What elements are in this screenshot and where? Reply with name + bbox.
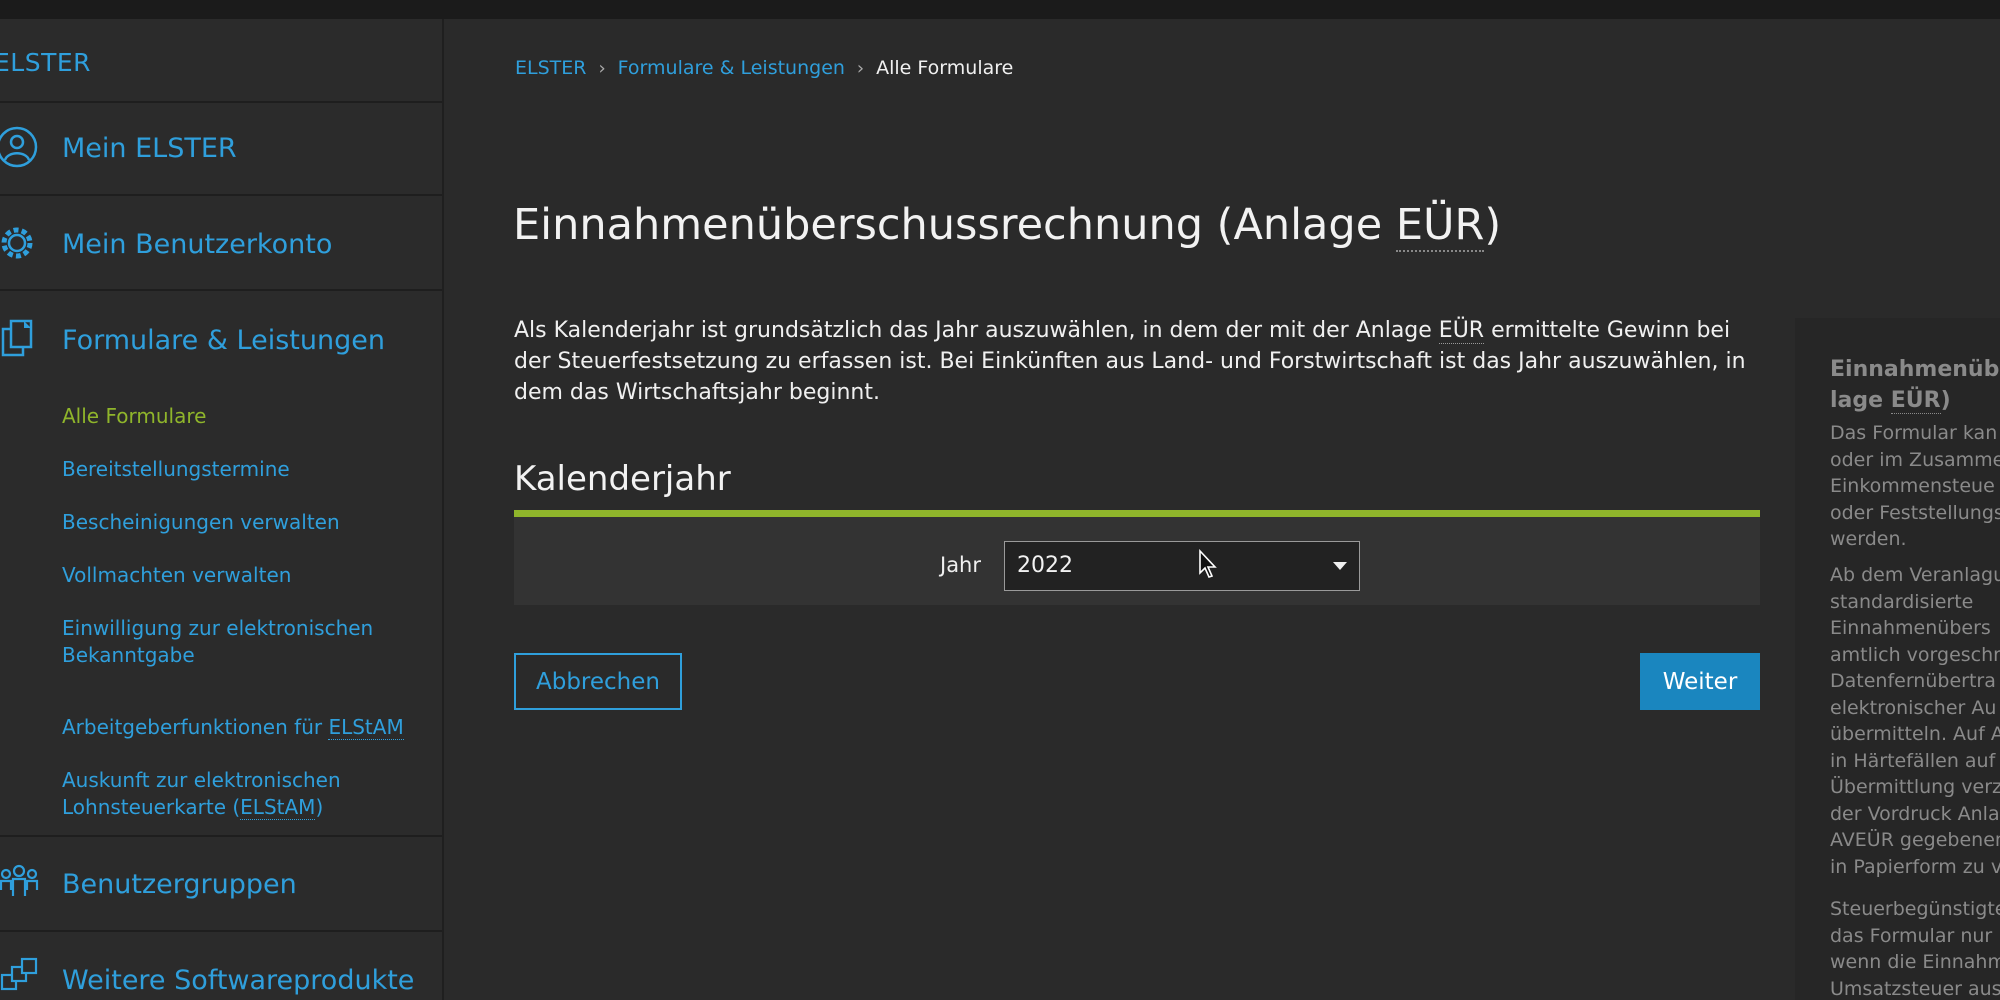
help-panel-paragraph: Das Formular kan oder im Zusamme Einkomm… xyxy=(1830,422,2000,550)
breadcrumb-current: Alle Formulare xyxy=(876,57,1014,79)
sidebar-subitem-label: ) xyxy=(315,795,324,819)
brand-logo-text[interactable]: ELSTER xyxy=(0,48,91,77)
breadcrumb-link-formulare[interactable]: Formulare & Leistungen xyxy=(618,57,845,79)
abbreviation: ELStAM xyxy=(328,715,404,740)
next-button[interactable]: Weiter xyxy=(1640,653,1760,710)
sidebar-subitem-bescheinigungen[interactable]: Bescheinigungen verwalten xyxy=(62,509,340,536)
help-panel-title-line: ) xyxy=(1940,388,1951,413)
sidebar-subitem-label: Einwilligung zur elektronischen xyxy=(62,616,374,640)
sidebar-subitem-einwilligung[interactable]: Einwilligung zur elektronischen Bekanntg… xyxy=(62,615,373,669)
help-panel-title-line: Einnahmenübe xyxy=(1830,357,2000,382)
chevron-down-icon xyxy=(1333,562,1347,570)
section-title: Kalenderjahr xyxy=(514,459,731,499)
year-select[interactable]: 2022 xyxy=(1004,541,1360,591)
page-title: Einnahmenüberschussrechnung (Anlage EÜR) xyxy=(513,200,1502,252)
abbreviation: ELStAM xyxy=(240,795,316,820)
abbreviation: EÜR xyxy=(1438,318,1485,344)
sidebar-item-mein-benutzerkonto[interactable]: Mein Benutzerkonto xyxy=(62,229,332,260)
user-group-icon xyxy=(0,864,39,896)
help-panel-title-line: lage xyxy=(1830,388,1891,413)
sidebar-subitem-label: Arbeitgeberfunktionen für xyxy=(62,715,329,739)
sidebar-subitem-arbeitgeberfunktionen[interactable]: Arbeitgeberfunktionen für ELStAM xyxy=(62,714,404,741)
mouse-cursor-icon xyxy=(1199,549,1217,578)
sidebar-subitem-vollmachten[interactable]: Vollmachten verwalten xyxy=(62,562,291,589)
sidebar-item-mein-elster[interactable]: Mein ELSTER xyxy=(62,133,237,164)
cancel-button[interactable]: Abbrechen xyxy=(514,653,682,710)
page-title-text: Einnahmenüberschussrechnung (Anlage xyxy=(513,200,1396,250)
sidebar-subitem-auskunft[interactable]: Auskunft zur elektronischen Lohnsteuerka… xyxy=(62,767,341,821)
sidebar-subitem-alle-formulare[interactable]: Alle Formulare xyxy=(62,403,206,430)
help-panel: Einnahmenübe lage EÜR) Das Formular kan … xyxy=(1795,318,2000,1000)
abbreviation: EÜR xyxy=(1890,388,1941,414)
intro-text-part: Als Kalenderjahr ist grundsätzlich das J… xyxy=(514,318,1439,343)
user-circle-icon xyxy=(0,126,38,168)
top-bar xyxy=(0,0,2000,19)
help-panel-paragraph: Ab dem Veranlagu standardisierte Einnahm… xyxy=(1830,564,2000,878)
breadcrumb-link-elster[interactable]: ELSTER xyxy=(515,57,586,79)
divider xyxy=(0,101,442,103)
chevron-right-icon: › xyxy=(856,57,865,79)
abbreviation: EÜR xyxy=(1395,200,1485,252)
sidebar-item-formulare-leistungen[interactable]: Formulare & Leistungen xyxy=(62,325,385,356)
divider xyxy=(0,835,442,837)
breadcrumb: ELSTER › Formulare & Leistungen › Alle F… xyxy=(515,57,1013,79)
divider xyxy=(0,194,442,196)
section-underline xyxy=(514,510,1760,517)
page-title-text: ) xyxy=(1484,200,1502,250)
sidebar-subitem-label: Bekanntgabe xyxy=(62,643,195,667)
year-select-value: 2022 xyxy=(1017,553,1073,578)
intro-text: Als Kalenderjahr ist grundsätzlich das J… xyxy=(514,315,1754,408)
documents-icon xyxy=(1,319,33,357)
chevron-right-icon: › xyxy=(598,57,606,79)
sidebar-item-weitere-softwareprodukte[interactable]: Weitere Softwareprodukte xyxy=(62,965,414,996)
help-panel-title: Einnahmenübe lage EÜR) xyxy=(1830,354,2000,416)
sidebar: ELSTER Mein ELSTER Mein Benutzerkonto Fo… xyxy=(0,19,444,1000)
gear-icon xyxy=(1,227,33,259)
sidebar-subitem-label: Auskunft zur elektronischen xyxy=(62,768,341,792)
sidebar-subitem-bereitstellungstermine[interactable]: Bereitstellungstermine xyxy=(62,456,290,483)
help-panel-paragraph: Steuerbegünstigte das Formular nur wenn … xyxy=(1830,898,2000,1000)
sidebar-subitem-label: Lohnsteuerkarte ( xyxy=(62,795,241,819)
divider xyxy=(0,289,442,291)
year-label: Jahr xyxy=(940,553,982,577)
divider xyxy=(0,930,442,932)
sidebar-item-benutzergruppen[interactable]: Benutzergruppen xyxy=(62,869,297,900)
software-products-icon xyxy=(0,957,38,991)
